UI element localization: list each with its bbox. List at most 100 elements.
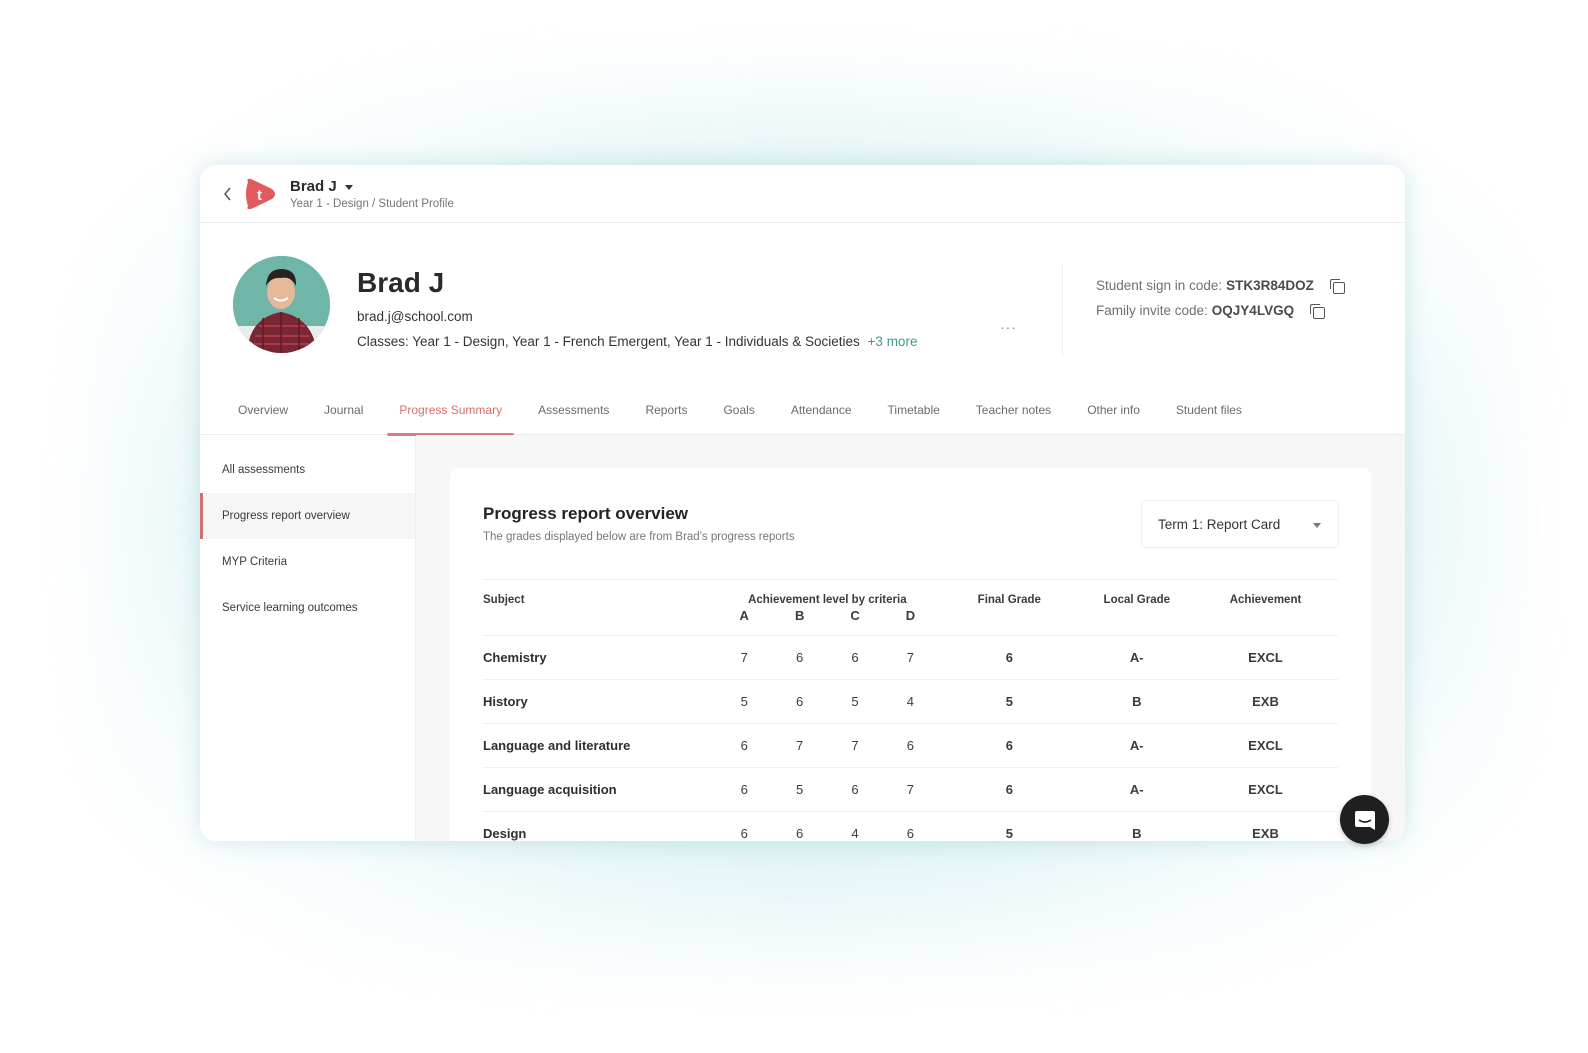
sidebar-item-all-assessments[interactable]: All assessments bbox=[200, 447, 415, 493]
cell-criterion-a: 6 bbox=[716, 767, 772, 812]
cell-criterion-c: 7 bbox=[827, 723, 883, 768]
student-code-row: Student sign in code: STK3R84DOZ bbox=[1096, 273, 1345, 298]
sidebar-item-progress-report-overview[interactable]: Progress report overview bbox=[200, 493, 415, 539]
cell-final-grade: 5 bbox=[938, 811, 1081, 841]
student-code-label: Student sign in code: bbox=[1096, 278, 1223, 293]
cell-subject: Language and literature bbox=[483, 723, 717, 768]
cell-achievement: EXCL bbox=[1193, 723, 1338, 768]
more-classes-link[interactable]: +3 more bbox=[868, 334, 918, 349]
tab-assessments[interactable]: Assessments bbox=[520, 383, 627, 435]
family-code-value: OQJY4LVGQ bbox=[1211, 303, 1295, 318]
app-window: t Brad J Year 1 - Design / Student Profi… bbox=[200, 165, 1405, 841]
report-card: Progress report overview The grades disp… bbox=[450, 468, 1371, 841]
cell-local-grade: A- bbox=[1080, 723, 1194, 768]
cell-criterion-b: 7 bbox=[771, 723, 828, 768]
back-button[interactable] bbox=[220, 184, 234, 204]
cell-final-grade: 6 bbox=[938, 723, 1081, 768]
family-code-row: Family invite code: OQJY4LVGQ bbox=[1096, 298, 1344, 323]
cell-final-grade: 6 bbox=[938, 635, 1081, 680]
col-criterion-d: D bbox=[905, 607, 916, 623]
top-bar: t Brad J Year 1 - Design / Student Profi… bbox=[200, 165, 1405, 223]
student-name: Brad J bbox=[290, 177, 337, 195]
cell-achievement: EXCL bbox=[1193, 767, 1338, 812]
app-logo: t bbox=[246, 178, 275, 209]
cell-criterion-a: 5 bbox=[716, 679, 772, 724]
tab-journal[interactable]: Journal bbox=[306, 383, 381, 435]
cell-subject: History bbox=[483, 679, 717, 724]
cell-criterion-a: 6 bbox=[716, 723, 772, 768]
cell-criterion-d: 4 bbox=[882, 679, 939, 724]
col-final-grade: Final Grade bbox=[977, 594, 1041, 606]
content-area: All assessments Progress report overview… bbox=[200, 435, 1405, 841]
cell-achievement: EXB bbox=[1193, 811, 1338, 841]
chat-bubble-icon bbox=[1354, 810, 1375, 830]
profile-name: Brad J bbox=[357, 267, 445, 298]
main-panel: Progress report overview The grades disp… bbox=[416, 435, 1405, 841]
blank-cell bbox=[483, 608, 717, 636]
col-local-grade: Local Grade bbox=[1103, 594, 1171, 606]
cell-criterion-c: 6 bbox=[827, 767, 883, 812]
table-header-row: Subject Achievement level by criteria Fi… bbox=[483, 580, 1338, 608]
profile-tabs: Overview Journal Progress Summary Assess… bbox=[200, 383, 1405, 436]
chat-button[interactable] bbox=[1340, 795, 1389, 844]
chevron-left-icon bbox=[223, 187, 231, 200]
tab-other-info[interactable]: Other info bbox=[1069, 383, 1158, 435]
classes-text: Classes: Year 1 - Design, Year 1 - Frenc… bbox=[357, 334, 860, 349]
tab-timetable[interactable]: Timetable bbox=[870, 383, 958, 435]
tab-attendance[interactable]: Attendance bbox=[773, 383, 870, 435]
cell-local-grade: A- bbox=[1080, 767, 1194, 812]
avatar bbox=[233, 256, 330, 353]
blank-cell bbox=[938, 608, 1080, 636]
logo-letter: t bbox=[257, 187, 262, 204]
term-select[interactable]: Term 1: Report Card bbox=[1142, 501, 1338, 547]
tab-overview[interactable]: Overview bbox=[220, 383, 306, 435]
cell-subject: Design bbox=[483, 811, 717, 841]
breadcrumb-path: Year 1 - Design / Student Profile bbox=[290, 197, 454, 210]
caret-down-icon bbox=[344, 184, 353, 190]
table-row: Language acquisition 6 5 6 7 6 A- EXCL bbox=[483, 767, 1338, 812]
more-options-button[interactable]: ··· bbox=[1000, 319, 1017, 335]
profile-classes: Classes: Year 1 - Design, Year 1 - Frenc… bbox=[357, 334, 917, 349]
blank-cell bbox=[1081, 608, 1194, 636]
tab-goals[interactable]: Goals bbox=[705, 383, 772, 435]
cell-criterion-b: 6 bbox=[771, 811, 828, 841]
breadcrumb: Brad J Year 1 - Design / Student Profile bbox=[290, 178, 454, 210]
cell-criterion-b: 6 bbox=[771, 679, 828, 724]
col-achievement: Achievement bbox=[1229, 594, 1302, 606]
tab-reports[interactable]: Reports bbox=[627, 383, 705, 435]
col-criterion-c: C bbox=[850, 607, 860, 623]
sign-in-codes: Student sign in code: STK3R84DOZ Family … bbox=[1096, 273, 1345, 323]
cell-achievement: EXCL bbox=[1193, 635, 1338, 680]
grades-table-body: Chemistry 7 6 6 7 6 A- EXCL History 5 6 5 4 5 B EXB La… bbox=[483, 635, 1338, 841]
tab-progress-summary[interactable]: Progress Summary bbox=[381, 383, 520, 436]
tab-student-files[interactable]: Student files bbox=[1158, 383, 1260, 435]
profile-email: brad.j@school.com bbox=[357, 309, 473, 324]
col-criteria-group: Achievement level by criteria bbox=[748, 594, 907, 606]
cell-criterion-b: 6 bbox=[771, 635, 828, 680]
table-row: Language and literature 6 7 7 6 6 A- EXCL bbox=[483, 723, 1338, 768]
col-criterion-a: A bbox=[739, 607, 749, 623]
student-switcher[interactable]: Brad J bbox=[290, 178, 454, 195]
table-row: History 5 6 5 4 5 B EXB bbox=[483, 679, 1338, 724]
cell-criterion-b: 5 bbox=[771, 767, 828, 812]
cell-criterion-c: 6 bbox=[827, 635, 883, 680]
table-subheader-row: A B C D bbox=[483, 608, 1338, 636]
sidebar-item-service-learning[interactable]: Service learning outcomes bbox=[200, 585, 415, 631]
cell-criterion-c: 5 bbox=[827, 679, 883, 724]
cell-criterion-a: 6 bbox=[716, 811, 772, 841]
cell-criterion-d: 6 bbox=[882, 811, 939, 841]
student-code-value: STK3R84DOZ bbox=[1226, 278, 1314, 293]
vertical-divider bbox=[1062, 265, 1063, 357]
cell-subject: Language acquisition bbox=[483, 767, 717, 812]
sidebar: All assessments Progress report overview… bbox=[200, 435, 416, 841]
tab-teacher-notes[interactable]: Teacher notes bbox=[958, 383, 1069, 435]
sidebar-item-myp-criteria[interactable]: MYP Criteria bbox=[200, 539, 415, 585]
col-criterion-b: B bbox=[794, 607, 805, 623]
cell-criterion-d: 7 bbox=[882, 767, 939, 812]
copy-icon[interactable] bbox=[1310, 303, 1326, 319]
table-row: Chemistry 7 6 6 7 6 A- EXCL bbox=[483, 635, 1338, 680]
blank-cell bbox=[1193, 608, 1338, 636]
copy-icon[interactable] bbox=[1329, 278, 1345, 294]
family-code-label: Family invite code: bbox=[1096, 303, 1208, 318]
cell-achievement: EXB bbox=[1193, 679, 1338, 724]
